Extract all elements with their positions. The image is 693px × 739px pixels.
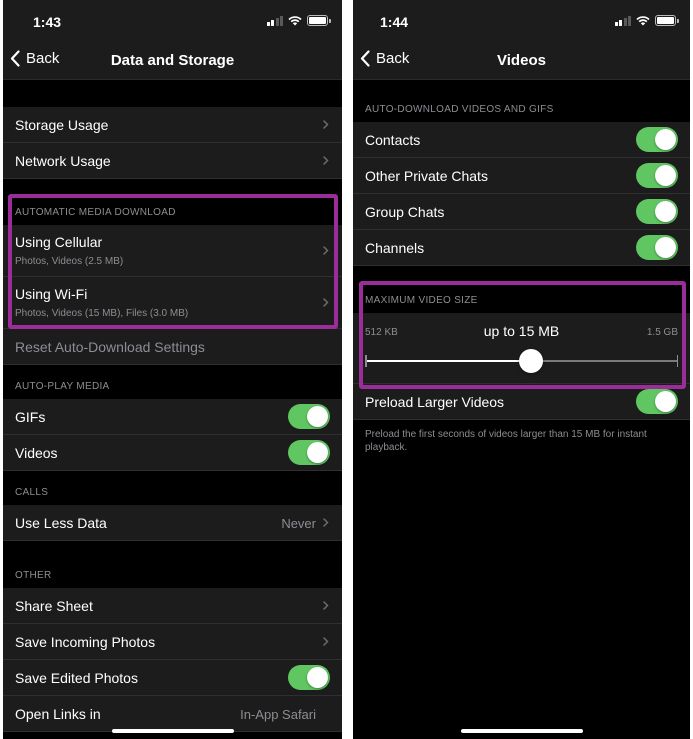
channels-row: Channels [353, 230, 690, 266]
other-private-chats-row: Other Private Chats [353, 158, 690, 194]
row-label: Contacts [365, 132, 421, 148]
row-label: Reset Auto-Download Settings [15, 339, 205, 355]
status-bar: 1:43 [3, 0, 342, 44]
row-value: Never [281, 516, 316, 531]
page-title: Data and Storage [110, 52, 235, 69]
other-private-chats-toggle[interactable] [636, 163, 678, 188]
preload-footnote: Preload the first seconds of videos larg… [353, 420, 690, 454]
row-label: GIFs [15, 409, 46, 425]
left-screen: 1:43 Back Data and Storage Storage Usage… [3, 0, 342, 739]
section-header: AUTO-DOWNLOAD VIDEOS AND GIFS [353, 80, 690, 122]
status-icons [614, 15, 679, 26]
status-bar: 1:44 [353, 0, 690, 44]
wifi-icon [288, 15, 302, 25]
contacts-toggle[interactable] [636, 127, 678, 152]
chevron-right-icon [323, 120, 329, 129]
row-label: Save Incoming Photos [15, 634, 156, 650]
row-value: In-App Safari [240, 707, 316, 722]
nav-bar: Back Videos [353, 44, 690, 80]
page-title: Videos [497, 52, 546, 69]
share-sheet-row[interactable]: Share Sheet [3, 588, 342, 624]
channels-toggle[interactable] [636, 235, 678, 260]
row-label: Use Less Data [15, 515, 107, 531]
row-label: Network Usage [15, 153, 111, 169]
nav-bar: Back Data and Storage [3, 44, 342, 80]
chevron-right-icon [323, 518, 329, 527]
row-label: Share Sheet [15, 598, 93, 614]
row-label: Open Links in [15, 706, 101, 722]
highlight-box [359, 281, 686, 389]
section-header-label: AUTO-DOWNLOAD VIDEOS AND GIFS [365, 104, 554, 115]
open-links-row[interactable]: Open Links in In-App Safari [3, 696, 342, 732]
videos-toggle[interactable] [288, 440, 330, 465]
right-screen: 1:44 Back Videos AUTO-DOWNLOAD VIDEOS AN… [353, 0, 690, 739]
highlight-box [8, 194, 338, 329]
gifs-row: GIFs [3, 399, 342, 435]
preload-larger-videos-row: Preload Larger Videos [353, 384, 690, 420]
row-label: Other Private Chats [365, 168, 488, 184]
row-label: Preload Larger Videos [365, 394, 505, 410]
group-chats-row: Group Chats [353, 194, 690, 230]
section-header: AUTO-PLAY MEDIA [3, 365, 342, 399]
section-header-label: AUTO-PLAY MEDIA [15, 381, 110, 392]
battery-icon [655, 15, 679, 26]
section-header-label: OTHER [15, 570, 52, 581]
battery-icon [307, 15, 331, 26]
section-header-label: CALLS [15, 487, 49, 498]
section-header: OTHER [3, 541, 342, 588]
row-label: Videos [15, 445, 58, 461]
save-edited-photos-row: Save Edited Photos [3, 660, 342, 696]
row-label: Group Chats [365, 204, 445, 220]
status-time: 1:44 [380, 14, 409, 30]
videos-row[interactable]: Videos [3, 435, 342, 471]
chevron-right-icon [323, 601, 329, 610]
preload-larger-videos-toggle[interactable] [636, 389, 678, 414]
signal-icon [266, 15, 283, 26]
row-label: Channels [365, 240, 425, 256]
contacts-row: Contacts [353, 122, 690, 158]
wifi-icon [636, 15, 650, 25]
storage-usage-row[interactable]: Storage Usage [3, 107, 342, 143]
reset-auto-download-button[interactable]: Reset Auto-Download Settings [3, 329, 342, 365]
settings-list: AUTO-DOWNLOAD VIDEOS AND GIFS Contacts O… [353, 80, 690, 739]
row-label: Storage Usage [15, 117, 109, 133]
section-header: CALLS [3, 471, 342, 505]
gifs-toggle[interactable] [288, 404, 330, 429]
group-chats-toggle[interactable] [636, 199, 678, 224]
home-indicator[interactable] [111, 729, 234, 733]
chevron-right-icon [323, 156, 329, 165]
chevron-right-icon [323, 637, 329, 646]
save-edited-photos-toggle[interactable] [288, 665, 330, 690]
home-indicator[interactable] [460, 729, 583, 733]
row-label: Save Edited Photos [15, 670, 138, 686]
save-incoming-photos-row[interactable]: Save Incoming Photos [3, 624, 342, 660]
signal-icon [614, 15, 631, 26]
settings-list: Storage Usage Network Usage AUTOMATIC ME… [3, 80, 342, 739]
use-less-data-row[interactable]: Use Less Data Never [3, 505, 342, 541]
status-time: 1:43 [33, 14, 62, 30]
network-usage-row[interactable]: Network Usage [3, 143, 342, 179]
status-icons [266, 15, 331, 26]
